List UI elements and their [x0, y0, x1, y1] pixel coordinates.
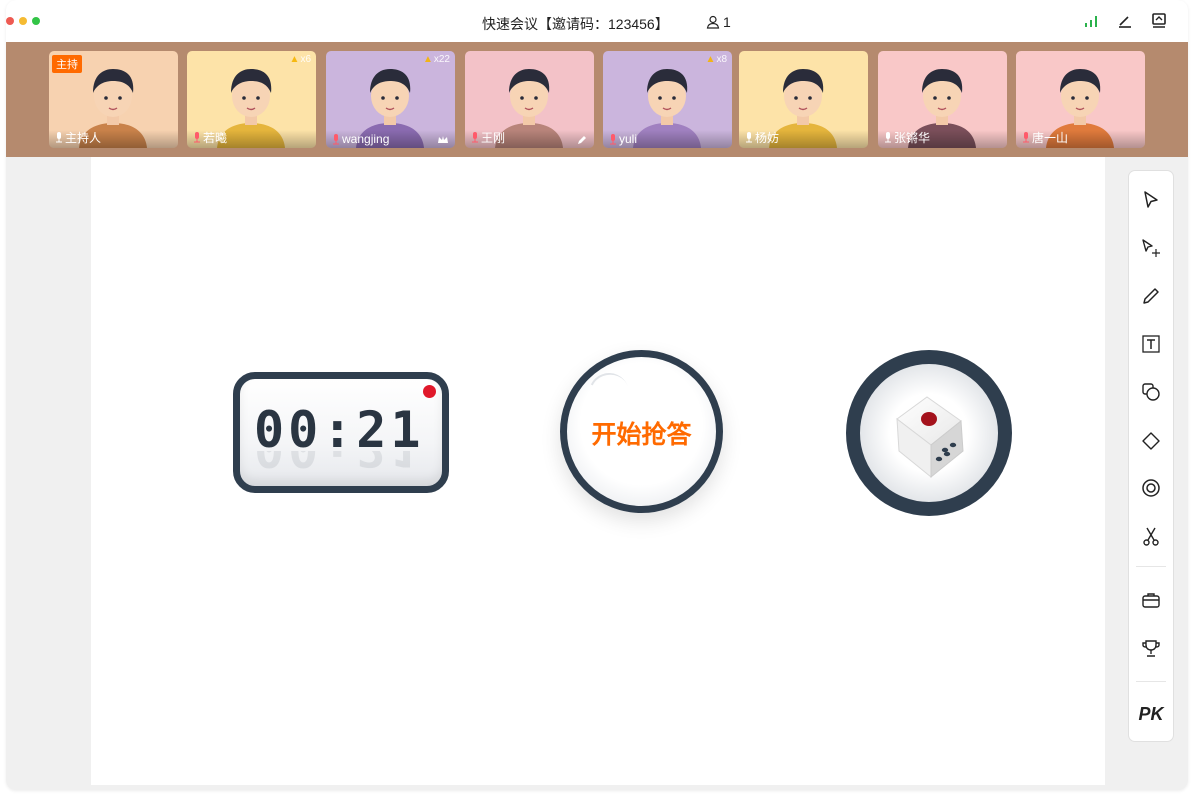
- start-buzzer-button[interactable]: 开始抢答: [560, 350, 723, 513]
- participant-name: 张锵华: [884, 129, 930, 146]
- app-window: 快速会议【邀请码：123456】 1 主持主持人 ▲ x6 若曦 ▲ x22 w…: [6, 0, 1188, 790]
- like-count: ▲ x22: [423, 54, 450, 65]
- pk-tool[interactable]: PK: [1129, 699, 1173, 729]
- text-icon: [1142, 335, 1160, 353]
- dice-icon: [896, 396, 964, 479]
- eraser-tool[interactable]: [1129, 425, 1173, 455]
- participant-name: 若曦: [193, 129, 227, 146]
- person-icon: [706, 15, 720, 29]
- toolbox-tool[interactable]: [1129, 585, 1173, 615]
- countdown-timer[interactable]: 00:21 00:21: [233, 372, 449, 493]
- like-count-value: x6: [300, 54, 311, 65]
- scissors-icon: [1143, 527, 1159, 546]
- laser-tool[interactable]: [1129, 473, 1173, 503]
- participant-tile[interactable]: ▲ x8 yuli: [603, 51, 732, 148]
- scissors-tool[interactable]: [1129, 521, 1173, 551]
- shape-tool[interactable]: [1129, 377, 1173, 407]
- signal-icon[interactable]: [1082, 12, 1100, 30]
- like-count: ▲ x8: [706, 54, 727, 65]
- participant-name: wangjing: [332, 132, 389, 146]
- participant-name: 主持人: [55, 129, 101, 146]
- window-controls: [6, 17, 40, 25]
- start-buzzer-label: 开始抢答: [591, 421, 692, 449]
- participant-name-label: 张锵华: [894, 131, 931, 145]
- thumbs-up-icon: ▲: [705, 54, 716, 65]
- mic-icon: [885, 132, 891, 143]
- participant-name-label: 唐一山: [1032, 131, 1069, 145]
- mic-muted-icon: [472, 132, 478, 143]
- screen-share-icon[interactable]: [1150, 12, 1168, 30]
- shape-icon: [1142, 383, 1160, 401]
- laser-icon: [1142, 479, 1160, 497]
- timer-reflection: 00:21: [254, 451, 425, 477]
- toolbox-icon: [1142, 593, 1160, 608]
- participant-tile[interactable]: ▲ x22 wangjing: [326, 51, 455, 148]
- participant-name-label: 主持人: [65, 131, 102, 145]
- mic-icon: [746, 132, 752, 143]
- host-badge: 主持: [52, 55, 82, 73]
- mic-icon: [56, 132, 62, 143]
- participant-name: 杨妨: [745, 129, 779, 146]
- text-tool[interactable]: [1129, 329, 1173, 359]
- mic-muted-icon: [194, 132, 200, 143]
- participant-name: yuli: [609, 132, 637, 146]
- participant-name-label: wangjing: [342, 132, 390, 146]
- minimize-window-button[interactable]: [19, 17, 27, 25]
- mic-muted-icon: [1023, 132, 1029, 143]
- participant-name-label: 若曦: [203, 131, 228, 145]
- annotate-icon[interactable]: [1116, 12, 1134, 30]
- pk-label: PK: [1138, 703, 1164, 724]
- participant-tile[interactable]: 张锵华: [878, 51, 1007, 148]
- toolbar-divider: [1136, 681, 1166, 682]
- whiteboard-canvas[interactable]: 00:21 00:21 开始抢答: [91, 157, 1105, 785]
- participant-tile[interactable]: 唐一山: [1016, 51, 1145, 148]
- toolbar-divider: [1136, 566, 1166, 567]
- recording-indicator: [423, 385, 436, 398]
- dice-button[interactable]: [846, 350, 1012, 516]
- like-count-value: x8: [716, 54, 727, 65]
- participant-name-label: yuli: [619, 132, 638, 146]
- multi-select-icon: [1142, 239, 1160, 257]
- select-icon: [1144, 191, 1158, 208]
- participant-name: 唐一山: [1022, 129, 1068, 146]
- mic-muted-icon: [333, 133, 339, 144]
- crown-icon: [437, 133, 449, 145]
- title-bar: 快速会议【邀请码：123456】 1: [6, 0, 1188, 42]
- participant-tile[interactable]: 王刚: [465, 51, 594, 148]
- maximize-window-button[interactable]: [32, 17, 40, 25]
- like-count: ▲ x6: [290, 54, 311, 65]
- pencil-icon: [576, 133, 588, 145]
- pen-tool[interactable]: [1129, 281, 1173, 311]
- thumbs-up-icon: ▲: [422, 54, 433, 65]
- button-shine: [583, 367, 635, 419]
- like-count-value: x22: [433, 54, 450, 65]
- participant-count-value: 1: [723, 14, 731, 30]
- whiteboard-toolbar: PK: [1128, 170, 1174, 742]
- trophy-tool[interactable]: [1129, 633, 1173, 663]
- close-window-button[interactable]: [6, 17, 14, 25]
- participant-name: 王刚: [471, 129, 505, 146]
- participant-strip: 主持 主持人 ▲ x6 若曦 ▲ x22 wangjing 王刚 ▲ x8 yuli 杨妨 张锵华 唐一山: [6, 42, 1188, 157]
- window-title: 快速会议【邀请码：123456】: [482, 16, 669, 32]
- pen-icon: [1143, 288, 1159, 304]
- mic-muted-icon: [610, 133, 616, 144]
- trophy-icon: [1142, 640, 1160, 657]
- multi-select-tool[interactable]: [1129, 233, 1173, 263]
- select-tool[interactable]: [1129, 185, 1173, 215]
- participant-count[interactable]: 1: [706, 14, 731, 30]
- participant-tile[interactable]: ▲ x6 若曦: [187, 51, 316, 148]
- participant-name-label: 杨妨: [755, 131, 780, 145]
- participant-tile[interactable]: 主持主持人: [49, 51, 178, 148]
- participant-name-label: 王刚: [481, 131, 506, 145]
- thumbs-up-icon: ▲: [289, 54, 300, 65]
- participant-tile[interactable]: 杨妨: [739, 51, 868, 148]
- eraser-icon: [1142, 432, 1160, 450]
